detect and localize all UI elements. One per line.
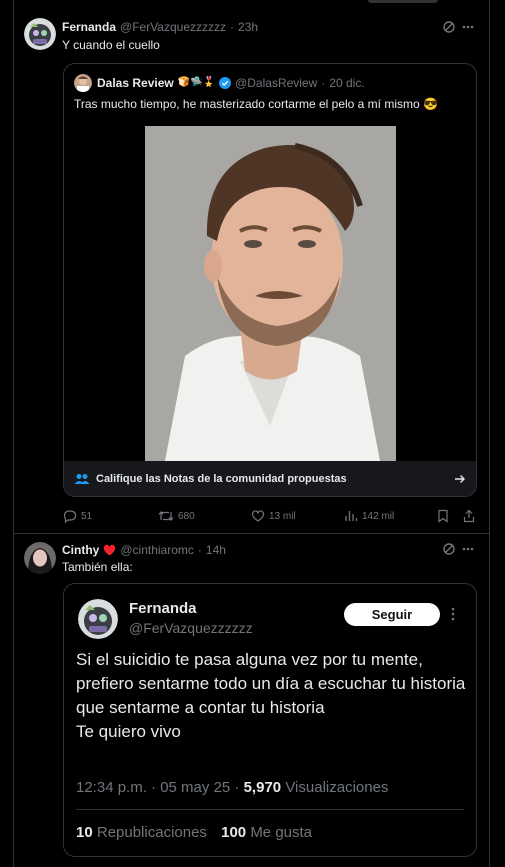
tweet-actions: 51 680 13 mil 142 mil: [63, 508, 477, 524]
quote-text: Tras mucho tiempo, he masterizado cortar…: [74, 97, 438, 111]
follow-button: Seguir: [344, 603, 440, 626]
community-notes-label: Califique las Notas de la comunidad prop…: [96, 473, 347, 485]
retweet-button[interactable]: 680: [158, 509, 195, 523]
avatar-fernanda[interactable]: [24, 18, 56, 50]
community-notes-bar[interactable]: Califique las Notas de la comunidad prop…: [64, 461, 476, 496]
quote-author-handle[interactable]: @DalasReview: [235, 76, 317, 90]
quote-header: Dalas Review 🍞🛸🎖️ @DalasReview · 20 dic.: [97, 76, 365, 90]
sunglasses-emoji: 😎: [423, 97, 438, 111]
retweet-icon: [158, 511, 174, 521]
card-more-icon: [450, 606, 456, 622]
share-button[interactable]: [463, 509, 475, 523]
red-heart-icon: [103, 544, 116, 556]
tweet-header: Cinthy @cinthiaromc · 14h: [62, 543, 226, 557]
verified-icon: [219, 77, 232, 89]
more-options-icon[interactable]: [460, 541, 476, 557]
card-reposts-count: 10: [76, 824, 93, 841]
like-button[interactable]: 13 mil: [251, 509, 296, 523]
card-meta: 12:34 p.m. · 05 may 25 · 5,970 Visualiza…: [76, 779, 388, 796]
card-views-label: Visualizaciones: [285, 779, 389, 796]
arrow-right-icon: [454, 473, 466, 485]
like-count: 13 mil: [269, 510, 296, 522]
views-button[interactable]: 142 mil: [344, 509, 394, 523]
tweet-divider: [14, 533, 489, 534]
quote-text-content: Tras mucho tiempo, he masterizado cortar…: [74, 97, 420, 111]
card-timestamp: 12:34 p.m. · 05 may 25 ·: [76, 779, 240, 796]
quote-photo[interactable]: [145, 126, 396, 461]
quote-date[interactable]: 20 dic.: [329, 76, 364, 90]
avatar-dalas[interactable]: [74, 74, 92, 92]
reply-button[interactable]: 51: [63, 509, 92, 523]
card-author-name: Fernanda: [129, 600, 197, 617]
author-handle[interactable]: @cinthiaromc: [120, 543, 194, 557]
embedded-tweet-image[interactable]: Fernanda @FerVazquezzzzzz Seguir Si el s…: [63, 583, 477, 857]
tweet-text: También ella:: [62, 560, 133, 574]
share-icon: [463, 509, 475, 523]
author-name[interactable]: Cinthy: [62, 543, 99, 557]
tweet-text: Y cuando el cuello: [62, 38, 160, 52]
grok-icon[interactable]: [441, 541, 457, 557]
emoji-badges: 🍞🛸🎖️: [177, 77, 216, 88]
more-options-icon[interactable]: [460, 19, 476, 35]
reply-count: 51: [81, 510, 93, 522]
card-stats: 10 Republicaciones 100 Me gusta: [76, 824, 312, 841]
author-handle[interactable]: @FerVazquezzzzzz: [120, 20, 226, 34]
card-likes-count: 100: [221, 824, 247, 841]
reply-icon: [63, 510, 77, 523]
tweet-time[interactable]: 14h: [206, 543, 226, 557]
author-name[interactable]: Fernanda: [62, 20, 116, 34]
separator-dot: ·: [321, 76, 326, 90]
community-icon: [74, 473, 90, 485]
heart-icon: [251, 510, 265, 522]
grok-icon[interactable]: [441, 19, 457, 35]
card-likes-label: Me gusta: [250, 824, 313, 841]
bookmark-icon: [438, 509, 448, 523]
top-button-edge: [368, 0, 438, 3]
views-icon: [345, 511, 358, 521]
bookmark-button[interactable]: [437, 509, 449, 523]
card-reposts-label: Republicaciones: [96, 824, 207, 841]
card-divider: [76, 809, 464, 810]
quote-author-name[interactable]: Dalas Review: [97, 76, 174, 90]
card-views-count: 5,970: [243, 779, 282, 796]
retweet-count: 680: [178, 510, 195, 522]
separator-dot: ·: [230, 20, 235, 34]
avatar-cinthy[interactable]: [24, 542, 56, 574]
view-count: 142 mil: [362, 510, 395, 522]
card-tweet-text: Si el suicidio te pasa alguna vez por tu…: [76, 650, 466, 741]
card-author-handle: @FerVazquezzzzzz: [129, 620, 253, 636]
separator-dot: ·: [197, 543, 202, 557]
tweet-time[interactable]: 23h: [238, 20, 258, 34]
card-avatar-fernanda: [78, 599, 118, 639]
tweet-header: Fernanda @FerVazquezzzzzz · 23h: [62, 20, 258, 34]
quoted-tweet[interactable]: Dalas Review 🍞🛸🎖️ @DalasReview · 20 dic.…: [63, 63, 477, 497]
